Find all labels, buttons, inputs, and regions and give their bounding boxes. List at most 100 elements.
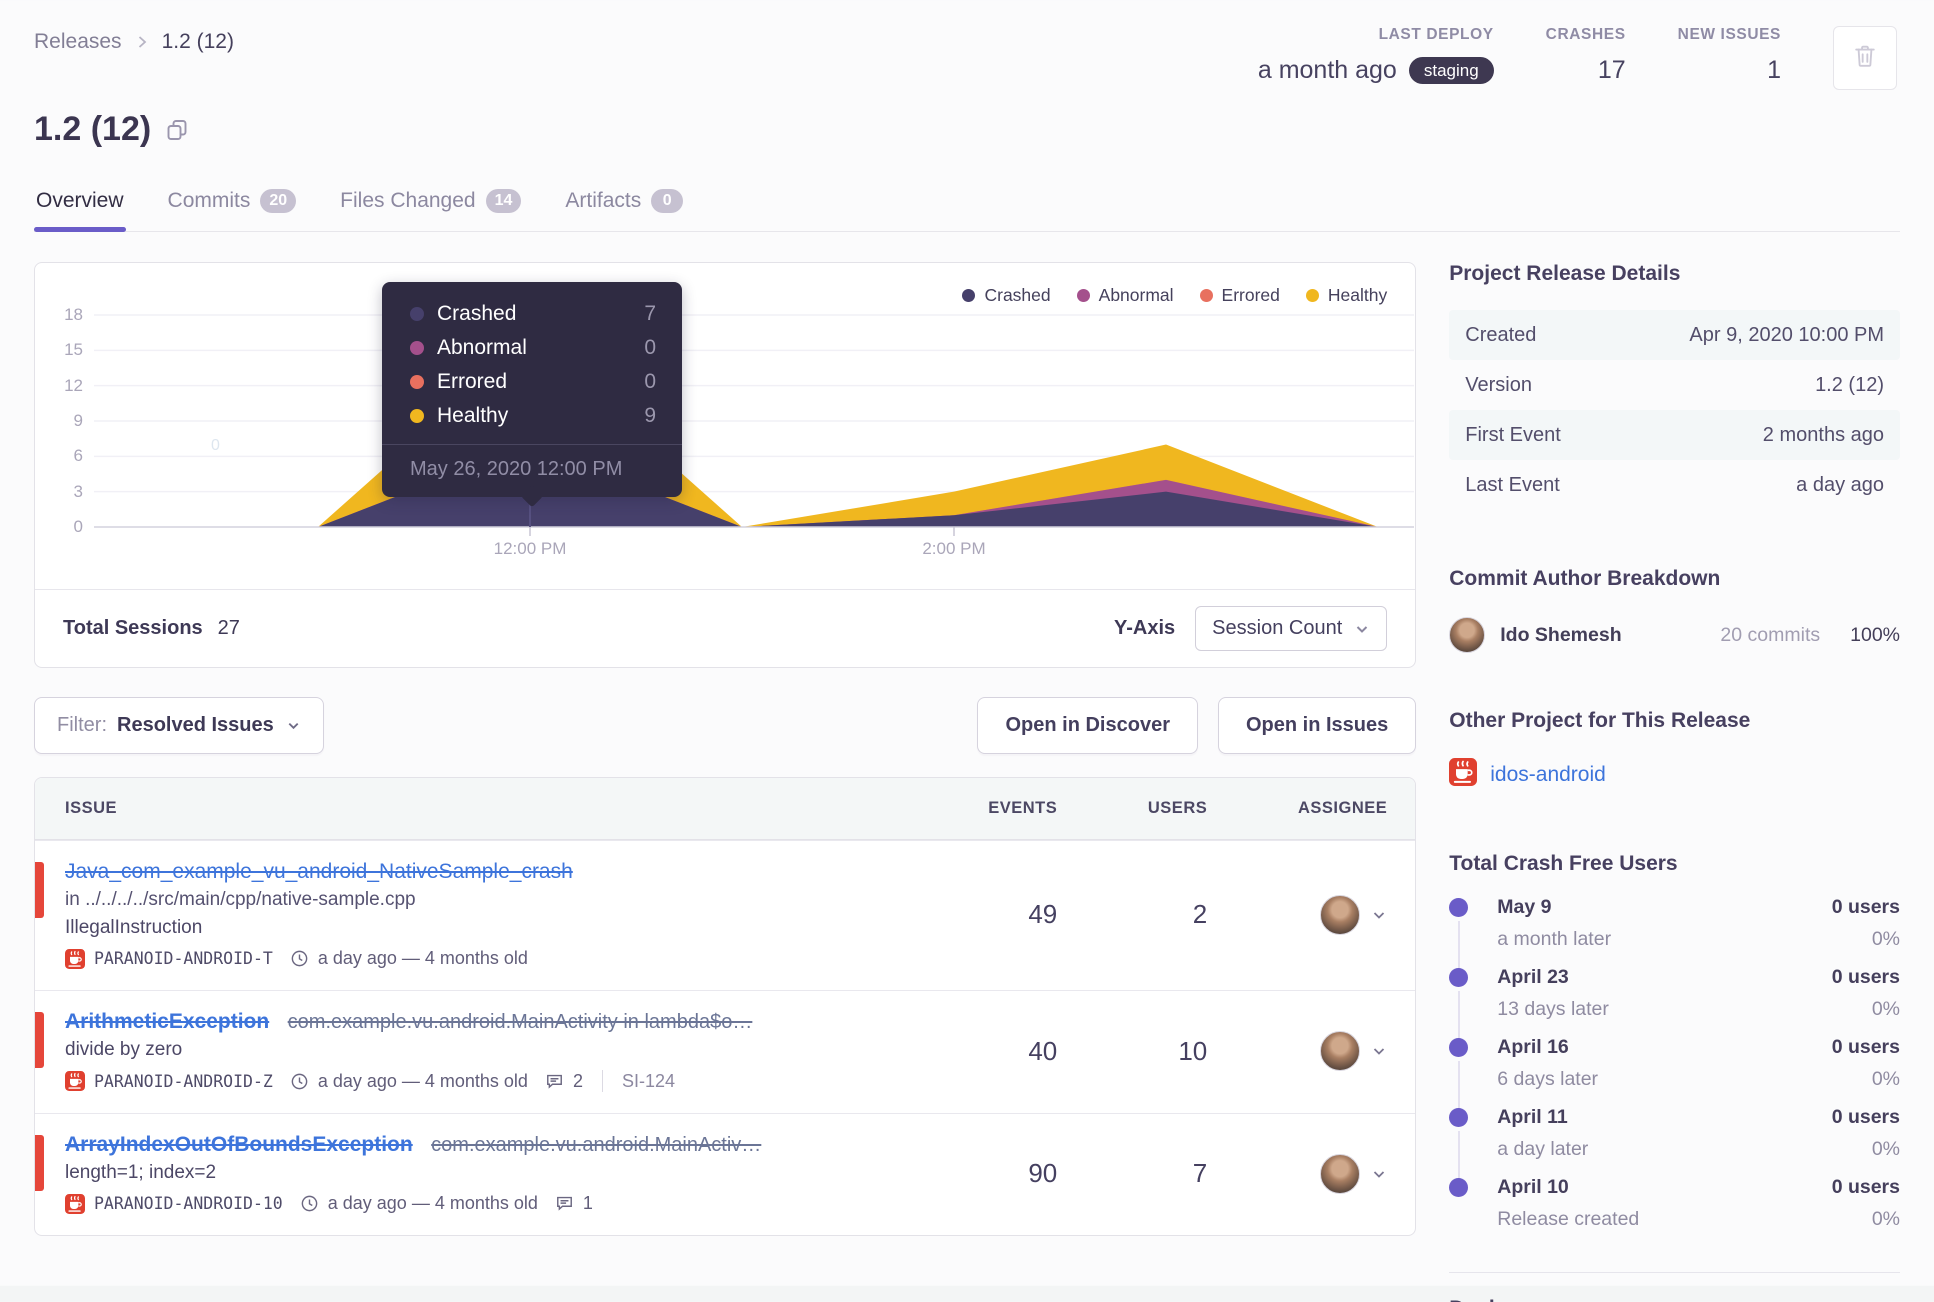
assignee-avatar[interactable] — [1320, 1031, 1361, 1071]
last-deploy-value: a month ago — [1257, 56, 1397, 84]
y-tick-label: 3 — [73, 481, 83, 501]
users-count: 2 — [1192, 899, 1208, 929]
copy-icon[interactable] — [165, 118, 189, 142]
comments-icon — [555, 1194, 574, 1213]
issue-message: IllegalInstruction — [65, 917, 203, 938]
tab-overview[interactable]: Overview — [34, 181, 126, 232]
crash-free-item: April 10 Release created 0 users 0% — [1449, 1176, 1900, 1246]
assignee-avatar[interactable] — [1320, 894, 1361, 935]
column-assignee: ASSIGNEE — [1297, 799, 1388, 817]
chart-tooltip: Crashed 7 Abnormal 0 Errored 0 Healthy 9… — [382, 282, 682, 497]
errored-dot — [410, 375, 424, 389]
chevron-down-icon — [1354, 621, 1370, 637]
x-tick-label: 12:00 PM — [493, 539, 567, 558]
issue-age: a day ago — 4 months old — [317, 948, 528, 968]
section-heading: Total Crash Free Users — [1449, 852, 1678, 875]
project-slug: PARANOID-ANDROID-T — [94, 949, 273, 968]
release-details-section: Project Release Details Created Apr 9, 2… — [1449, 262, 1900, 510]
section-heading: Commit Author Breakdown — [1449, 567, 1721, 590]
crash-free-item: April 11 a day later 0 users 0% — [1449, 1106, 1900, 1180]
clock-icon — [300, 1194, 319, 1213]
breadcrumb-current: 1.2 (12) — [161, 30, 234, 53]
assignee-avatar[interactable] — [1320, 1153, 1361, 1194]
linked-ticket[interactable]: SI-124 — [622, 1071, 675, 1092]
detail-row-version: Version 1.2 (12) — [1465, 373, 1884, 396]
tab-artifacts[interactable]: Artifacts 0 — [563, 181, 685, 231]
users-count: 10 — [1178, 1035, 1208, 1066]
error-level-indicator — [35, 1135, 44, 1191]
table-row[interactable]: Java_com_example_vu_android_NativeSample… — [35, 840, 1416, 990]
sessions-chart-card: 18 15 12 9 6 3 0 12:00 PM 2:00 PM 0 Crashed Abn… — [34, 262, 1417, 668]
legend-item-healthy[interactable]: Healthy — [1305, 285, 1387, 306]
error-level-indicator — [35, 862, 44, 918]
chevron-down-icon[interactable] — [1371, 1043, 1387, 1059]
legend-item-crashed[interactable]: Crashed — [962, 285, 1051, 306]
issue-subtitle: com.example.vu.android.MainActiv… — [431, 1134, 762, 1156]
issues-controls: Filter: Resolved Issues Open in Discover… — [34, 697, 1417, 754]
issue-subtitle: com.example.vu.android.MainActivity in l… — [287, 1011, 753, 1033]
issues-table: ISSUE EVENTS USERS ASSIGNEE Java_com_exa… — [34, 777, 1417, 1236]
users-count: 7 — [1192, 1158, 1208, 1188]
timeline-dot — [1449, 1178, 1469, 1197]
timeline-dot — [1449, 1108, 1469, 1127]
chevron-down-icon — [286, 718, 301, 733]
issue-link[interactable]: ArrayIndexOutOfBoundsException — [65, 1133, 413, 1156]
release-sidebar: Project Release Details Created Apr 9, 2… — [1449, 262, 1900, 1302]
table-row[interactable]: ArithmeticException com.example.vu.andro… — [35, 990, 1416, 1113]
section-heading: Project Release Details — [1449, 262, 1681, 285]
trash-icon — [1851, 42, 1879, 75]
open-in-discover-button[interactable]: Open in Discover — [977, 697, 1198, 754]
issue-age: a day ago — 4 months old — [317, 1070, 528, 1091]
issue-message: divide by zero — [65, 1039, 183, 1060]
files-changed-count-badge: 14 — [485, 189, 522, 213]
project-slug: PARANOID-ANDROID-Z — [94, 1071, 273, 1091]
author-commit-count: 20 commits — [1720, 623, 1821, 646]
header-stats: LAST DEPLOY a month ago staging CRASHES … — [1258, 26, 1897, 90]
y-tick-label: 15 — [64, 340, 83, 360]
y-axis-select[interactable]: Session Count — [1195, 606, 1388, 651]
open-in-issues-button[interactable]: Open in Issues — [1217, 697, 1417, 754]
comments-count: 2 — [572, 1070, 583, 1091]
chevron-down-icon[interactable] — [1371, 907, 1387, 923]
table-row[interactable]: ArrayIndexOutOfBoundsException com.examp… — [35, 1113, 1416, 1235]
column-users: USERS — [1147, 799, 1208, 817]
environment-badge: staging — [1408, 57, 1494, 84]
chevron-down-icon[interactable] — [1371, 1166, 1387, 1182]
clock-icon — [290, 949, 309, 968]
detail-row-created: Created Apr 9, 2020 10:00 PM — [1449, 310, 1900, 360]
tab-files-changed[interactable]: Files Changed 14 — [338, 181, 523, 231]
stat-last-deploy: LAST DEPLOY a month ago staging — [1258, 26, 1494, 85]
other-project-link[interactable]: idos-android — [1490, 763, 1606, 787]
tab-commits[interactable]: Commits 20 — [166, 181, 299, 231]
timeline-dot — [1449, 968, 1469, 987]
timeline-dot — [1449, 898, 1469, 917]
issue-link[interactable]: ArithmeticException — [65, 1010, 269, 1033]
abnormal-legend-dot — [1076, 289, 1090, 302]
y-tick-label: 9 — [73, 411, 83, 430]
issues-filter-dropdown[interactable]: Filter: Resolved Issues — [34, 697, 324, 754]
legend-item-errored[interactable]: Errored — [1199, 285, 1280, 306]
breadcrumb-releases-link[interactable]: Releases — [34, 30, 122, 54]
crash-free-item: May 9 a month later 0 users 0% — [1449, 896, 1900, 970]
sessions-chart[interactable]: 18 15 12 9 6 3 0 12:00 PM 2:00 PM 0 Crashed Abn… — [35, 263, 1415, 589]
healthy-legend-dot — [1305, 289, 1319, 302]
issue-link[interactable]: Java_com_example_vu_android_NativeSample… — [65, 860, 573, 883]
column-events: EVENTS — [988, 799, 1058, 817]
healthy-dot — [410, 409, 424, 423]
commit-author-row: Ido Shemesh 20 commits 100% — [1449, 617, 1900, 653]
abnormal-dot — [410, 341, 424, 355]
delete-release-button[interactable] — [1833, 26, 1897, 90]
stat-label: LAST DEPLOY — [1378, 26, 1494, 43]
other-project-section: Other Project for This Release idos-andr… — [1449, 709, 1900, 791]
issue-age: a day ago — 4 months old — [327, 1193, 538, 1213]
issue-culprit: in ../../../../src/main/cpp/native-sampl… — [65, 889, 416, 910]
detail-row-first-event: First Event 2 months ago — [1449, 410, 1900, 460]
project-icon — [1449, 758, 1478, 791]
chart-footer: Total Sessions 27 Y-Axis Session Count — [35, 589, 1416, 667]
chart-ghost-label: 0 — [211, 437, 220, 454]
legend-item-abnormal[interactable]: Abnormal — [1076, 285, 1174, 306]
y-tick-label: 0 — [73, 517, 83, 536]
tooltip-row-errored: Errored 0 — [410, 365, 656, 399]
crashed-dot — [410, 307, 424, 321]
detail-row-last-event: Last Event a day ago — [1465, 473, 1884, 496]
